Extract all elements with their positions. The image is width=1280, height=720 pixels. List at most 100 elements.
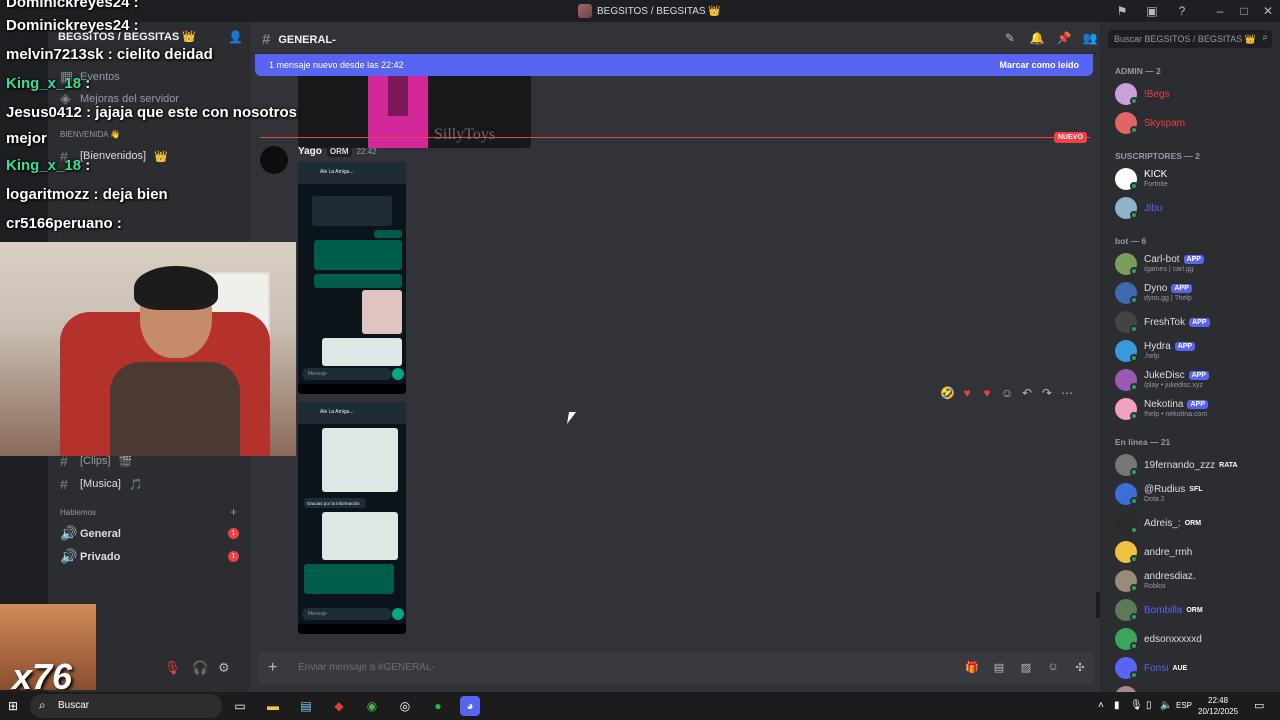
notification-icon[interactable]: ▭ bbox=[1254, 699, 1264, 712]
unread-badge: 1 bbox=[228, 528, 239, 539]
member-item[interactable]: @Rudius SFL Dota 2 bbox=[1115, 481, 1275, 507]
voice-privado[interactable]: 🔊 Privado 1 bbox=[60, 548, 240, 565]
add-attachment-icon[interactable]: + bbox=[268, 659, 277, 677]
tray-icon[interactable]: ▮ bbox=[1114, 700, 1120, 711]
member-item[interactable]: JukeDisc APP/play • jukedisc.xyz bbox=[1115, 367, 1275, 393]
new-divider bbox=[260, 137, 1090, 138]
member-name: Carl-bot bbox=[1144, 254, 1180, 265]
voice-general[interactable]: 🔊 General 1 bbox=[60, 525, 240, 542]
category-hablemos[interactable]: Hablemos bbox=[60, 508, 96, 517]
status-indicator bbox=[1130, 126, 1138, 134]
more-icon[interactable]: ⋯ bbox=[1060, 386, 1074, 400]
member-item[interactable]: Bombilla ORM bbox=[1115, 597, 1275, 623]
member-activity: Dota 2 bbox=[1144, 496, 1165, 503]
new-messages-bar[interactable]: 1 mensaje nuevo desde las 22:42 Marcar c… bbox=[255, 54, 1093, 76]
obs-icon[interactable]: ◎ bbox=[395, 696, 415, 716]
network-icon[interactable]: ▯ bbox=[1146, 700, 1152, 711]
inbox-icon[interactable]: ⚑ bbox=[1114, 3, 1130, 19]
close-icon[interactable]: ✕ bbox=[1260, 3, 1276, 19]
member-item[interactable]: 19fernando_zzz RATA bbox=[1115, 452, 1275, 478]
members-icon[interactable]: 👥 bbox=[1082, 30, 1098, 46]
member-name: Fonsi bbox=[1144, 663, 1169, 674]
file-explorer-icon[interactable]: ▬ bbox=[263, 696, 283, 716]
discord-icon[interactable]: ◕ bbox=[460, 696, 480, 716]
chrome-icon[interactable]: ◉ bbox=[362, 696, 382, 716]
member-item[interactable]: Adreis_: ORM bbox=[1115, 510, 1275, 536]
pin-icon[interactable]: 📌 bbox=[1056, 30, 1072, 46]
forward-icon[interactable]: ↷ bbox=[1040, 386, 1054, 400]
apps-icon[interactable]: ✣ bbox=[1072, 661, 1088, 677]
minimize-icon[interactable]: – bbox=[1212, 3, 1228, 19]
member-item[interactable]: KICK Fortnite bbox=[1115, 166, 1275, 192]
spotify-icon[interactable]: ● bbox=[428, 696, 448, 716]
member-item[interactable]: edsonxxxxxd bbox=[1115, 626, 1275, 652]
mark-read-button[interactable]: Marcar como leído bbox=[999, 60, 1079, 70]
stream-chat-line: Jesus0412 : jajaja que este con nosotros bbox=[6, 104, 297, 121]
deafen-icon[interactable]: 🎧 bbox=[192, 660, 208, 676]
emoji-icon[interactable]: ☺ bbox=[1045, 661, 1061, 677]
task-view-icon[interactable]: ▭ bbox=[230, 696, 250, 716]
member-activity: Fortnite bbox=[1144, 181, 1168, 188]
system-bubble bbox=[312, 196, 392, 226]
taskbar-search[interactable]: ⌕ Buscar bbox=[30, 694, 222, 718]
member-item[interactable]: Dyno APP dyno.gg | ?help bbox=[1115, 280, 1275, 306]
notepad-icon[interactable]: ▤ bbox=[296, 696, 316, 716]
threads-icon[interactable]: ✎ bbox=[1002, 30, 1018, 46]
member-item[interactable]: Hydra APP .help bbox=[1115, 338, 1275, 364]
add-reaction-icon[interactable]: ☺ bbox=[1000, 386, 1014, 400]
screenshot-attachment-1[interactable]: Ale La Amiga... Mensaje bbox=[298, 162, 406, 394]
help-icon[interactable]: ? bbox=[1174, 3, 1190, 19]
member-item[interactable]: andresdiaz. Roblox bbox=[1115, 568, 1275, 594]
volume-icon[interactable]: 🔈 bbox=[1160, 700, 1172, 711]
tray-chevron-icon[interactable]: ˄ bbox=[1098, 700, 1104, 711]
search-input[interactable]: Buscar BEGSITOS / BEGSITAS 👑 ⌕ bbox=[1108, 30, 1272, 48]
member-group-header: ADMIN — 2 bbox=[1115, 66, 1161, 76]
stream-chat-line: Dominickreyes24 : bbox=[6, 0, 139, 11]
gift-icon[interactable]: 🎁 bbox=[964, 661, 980, 677]
message-composer[interactable]: + Enviar mensaje a #GENERAL- 🎁 ▤ ▨ ☺ ✣ bbox=[258, 652, 1094, 684]
windows-start-icon[interactable]: ⊞ bbox=[8, 699, 22, 713]
member-name: Jibu bbox=[1144, 203, 1163, 214]
reply-icon[interactable]: ↶ bbox=[1020, 386, 1034, 400]
member-name: KICK bbox=[1144, 169, 1168, 180]
member-activity: /games | carl.gg bbox=[1144, 266, 1194, 273]
mouse-cursor bbox=[566, 412, 577, 424]
nav-bar bbox=[298, 384, 406, 394]
member-item[interactable]: Nekotina APP !help • nekotina.com bbox=[1115, 396, 1275, 422]
reaction-emoji-icon[interactable]: 🤣 bbox=[940, 386, 955, 400]
member-item[interactable]: FreshTok APP bbox=[1115, 309, 1275, 335]
role-tag: ORM bbox=[326, 146, 352, 157]
image-content bbox=[388, 76, 408, 116]
add-channel-icon[interactable]: + bbox=[230, 505, 237, 519]
heart-reaction-icon[interactable]: ♥ bbox=[980, 386, 994, 400]
maximize-icon[interactable]: □ bbox=[1236, 3, 1252, 19]
message-bubble bbox=[304, 564, 394, 594]
mute-icon[interactable]: 🎙 bbox=[164, 660, 181, 676]
channel-header: # GENERAL- ✎ 🔔 📌 👥 bbox=[250, 22, 1100, 54]
bell-icon[interactable]: 🔔 bbox=[1029, 30, 1045, 46]
composer-input[interactable]: Enviar mensaje a #GENERAL- bbox=[298, 662, 435, 673]
member-name: Nekotina bbox=[1144, 399, 1184, 410]
message-author[interactable]: Yago bbox=[298, 146, 322, 157]
member-name: Hydra bbox=[1144, 341, 1171, 352]
screen-share-icon[interactable]: ▣ bbox=[1144, 3, 1160, 19]
nav-bar bbox=[298, 624, 406, 634]
member-list: Buscar BEGSITOS / BEGSITAS 👑 ⌕ ADMIN — 2… bbox=[1100, 22, 1280, 708]
app-icon[interactable]: ◆ bbox=[329, 696, 349, 716]
member-item[interactable]: Skyspam bbox=[1115, 110, 1275, 136]
channel-musica[interactable]: # [Musica] 🎵 bbox=[60, 476, 240, 492]
member-item[interactable]: andre_rmh bbox=[1115, 539, 1275, 565]
mic-icon[interactable]: 🎙 bbox=[1130, 700, 1143, 711]
sticker-icon[interactable]: ▨ bbox=[1018, 661, 1034, 677]
gif-icon[interactable]: ▤ bbox=[991, 661, 1007, 677]
settings-gear-icon[interactable]: ⚙ bbox=[218, 660, 230, 676]
streamer bbox=[110, 266, 240, 456]
screenshot-attachment-2[interactable]: Ale La Amiga... Gracias por la informaci… bbox=[298, 402, 406, 634]
language-indicator[interactable]: ESP bbox=[1176, 701, 1192, 710]
member-item[interactable]: Fonsi AUE bbox=[1115, 655, 1275, 681]
clock[interactable]: 22:48 20/12/2025 bbox=[1198, 695, 1238, 717]
member-item[interactable]: Jibu bbox=[1115, 195, 1275, 221]
member-item[interactable]: Carl-bot APP/games | carl.gg bbox=[1115, 251, 1275, 277]
member-item[interactable]: !Begs bbox=[1115, 81, 1275, 107]
heart-reaction-icon[interactable]: ♥ bbox=[960, 386, 974, 400]
